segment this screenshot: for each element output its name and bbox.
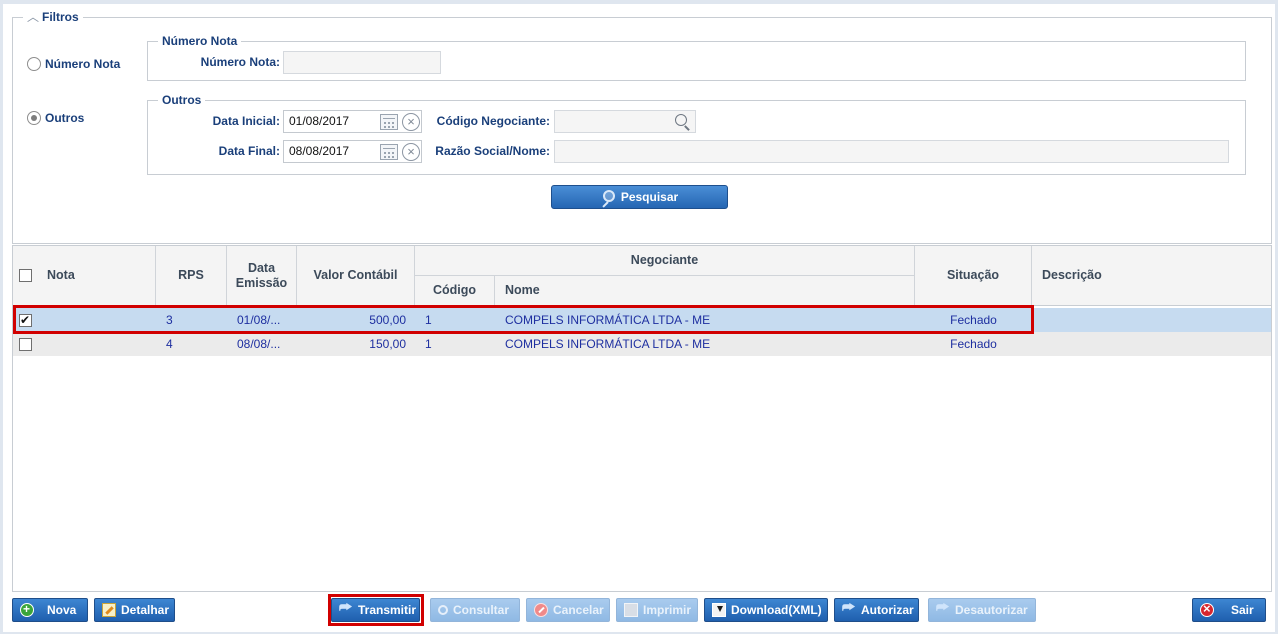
header-valor-contabil[interactable]: Valor Contábil bbox=[297, 246, 415, 305]
transmit-icon bbox=[339, 600, 353, 617]
table-row[interactable]: 4 08/08/... 150,00 1 COMPELS INFORMÁTICA… bbox=[13, 332, 1271, 356]
notes-grid: Nota RPS Data Emissão Valor Contábil Neg… bbox=[12, 245, 1272, 592]
row-checkbox[interactable] bbox=[19, 338, 32, 351]
header-descricao[interactable]: Descrição bbox=[1032, 246, 1271, 305]
printer-icon bbox=[624, 603, 638, 617]
radio-outros-button[interactable] bbox=[27, 111, 41, 125]
imprimir-label: Imprimir bbox=[643, 603, 692, 617]
collapse-chevron-icon[interactable]: ︿ bbox=[27, 10, 39, 24]
filters-legend-label: Filtros bbox=[42, 10, 79, 24]
select-all-checkbox[interactable] bbox=[19, 269, 32, 282]
cancel-icon bbox=[534, 603, 548, 617]
header-nota[interactable]: Nota bbox=[13, 246, 156, 305]
header-situacao[interactable]: Situação bbox=[915, 246, 1032, 305]
search-button[interactable]: Pesquisar bbox=[551, 185, 728, 209]
cell-codigo: 1 bbox=[425, 313, 432, 327]
consultar-button[interactable]: Consultar bbox=[430, 598, 520, 622]
cell-codigo: 1 bbox=[425, 337, 432, 351]
row-checkbox[interactable] bbox=[19, 312, 32, 328]
cell-data-emissao: 01/08/... bbox=[237, 313, 281, 327]
cell-nome: COMPELS INFORMÁTICA LTDA - ME bbox=[505, 337, 711, 351]
header-negociante: Negociante bbox=[415, 246, 915, 276]
cell-situacao: Fechado bbox=[950, 337, 997, 351]
table-row[interactable]: 3 01/08/... 500,00 1 COMPELS INFORMÁTICA… bbox=[13, 308, 1271, 332]
numero-nota-input[interactable] bbox=[283, 51, 441, 74]
razao-social-input[interactable] bbox=[554, 140, 1229, 163]
autorizar-button[interactable]: Autorizar bbox=[834, 598, 919, 622]
transmitir-label: Transmitir bbox=[358, 603, 417, 617]
numero-nota-label: Número Nota: bbox=[200, 55, 280, 69]
cancelar-button[interactable]: Cancelar bbox=[526, 598, 610, 622]
cell-nome: COMPELS INFORMÁTICA LTDA - ME bbox=[505, 313, 711, 327]
outros-group-legend: Outros bbox=[158, 93, 206, 107]
sair-label: Sair bbox=[1231, 603, 1254, 617]
nova-label: Nova bbox=[47, 603, 77, 617]
cell-situacao: Fechado bbox=[950, 313, 997, 327]
filters-legend[interactable]: ︿ Filtros bbox=[23, 10, 83, 24]
deauthorize-icon bbox=[936, 600, 950, 617]
cell-data-emissao: 08/08/... bbox=[237, 337, 281, 351]
cell-valor: 150,00 bbox=[369, 337, 406, 351]
cancelar-label: Cancelar bbox=[553, 603, 604, 617]
transmitir-button[interactable]: Transmitir bbox=[331, 598, 420, 622]
add-icon bbox=[20, 602, 34, 617]
download-xml-label: Download(XML) bbox=[731, 603, 822, 617]
filters-panel: ︿ Filtros Número Nota Outros Número Nota … bbox=[12, 10, 1272, 244]
calendar-icon[interactable] bbox=[380, 114, 398, 130]
magnifier-icon bbox=[601, 190, 615, 204]
edit-icon bbox=[102, 603, 116, 617]
calendar-icon[interactable] bbox=[380, 144, 398, 160]
grid-header: Nota RPS Data Emissão Valor Contábil Neg… bbox=[13, 246, 1271, 306]
sair-button[interactable]: Sair bbox=[1192, 598, 1266, 622]
numero-nota-group-legend: Número Nota bbox=[158, 34, 242, 48]
exit-icon bbox=[1200, 601, 1214, 617]
consultar-label: Consultar bbox=[453, 603, 510, 617]
header-codigo[interactable]: Código bbox=[415, 276, 495, 305]
outros-group: Outros Data Inicial: 01/08/2017 × Data F… bbox=[147, 93, 1246, 175]
data-final-label: Data Final: bbox=[218, 144, 280, 158]
search-button-label: Pesquisar bbox=[620, 190, 679, 204]
search-icon[interactable] bbox=[675, 114, 687, 126]
razao-social-label: Razão Social/Nome: bbox=[435, 144, 550, 158]
header-data-emissao[interactable]: Data Emissão bbox=[227, 246, 297, 305]
authorize-icon bbox=[842, 600, 856, 617]
cell-rps: 4 bbox=[166, 337, 173, 351]
autorizar-label: Autorizar bbox=[861, 603, 914, 617]
main-window: ︿ Filtros Número Nota Outros Número Nota … bbox=[3, 4, 1275, 632]
cell-rps: 3 bbox=[166, 313, 173, 327]
cell-valor: 500,00 bbox=[369, 313, 406, 327]
search-icon bbox=[438, 605, 448, 615]
codigo-negociante-label: Código Negociante: bbox=[436, 114, 550, 128]
data-inicial-label: Data Inicial: bbox=[212, 114, 280, 128]
radio-outros[interactable]: Outros bbox=[27, 111, 84, 125]
header-nota-label: Nota bbox=[47, 268, 75, 282]
header-rps[interactable]: RPS bbox=[156, 246, 227, 305]
radio-outros-label: Outros bbox=[45, 111, 85, 125]
radio-numero-nota[interactable]: Número Nota bbox=[27, 57, 120, 71]
desautorizar-button[interactable]: Desautorizar bbox=[928, 598, 1036, 622]
download-xml-button[interactable]: Download(XML) bbox=[704, 598, 828, 622]
nova-button[interactable]: Nova bbox=[12, 598, 88, 622]
radio-numero-nota-label: Número Nota bbox=[45, 57, 121, 71]
desautorizar-label: Desautorizar bbox=[955, 603, 1028, 617]
detalhar-button[interactable]: Detalhar bbox=[94, 598, 175, 622]
clear-date-icon[interactable]: × bbox=[402, 113, 420, 131]
detalhar-label: Detalhar bbox=[121, 603, 170, 617]
download-icon bbox=[712, 603, 726, 617]
imprimir-button[interactable]: Imprimir bbox=[616, 598, 698, 622]
radio-numero-nota-button[interactable] bbox=[27, 57, 41, 71]
header-nome[interactable]: Nome bbox=[495, 276, 915, 305]
clear-date-icon[interactable]: × bbox=[402, 143, 420, 161]
numero-nota-group: Número Nota Número Nota: bbox=[147, 34, 1246, 81]
